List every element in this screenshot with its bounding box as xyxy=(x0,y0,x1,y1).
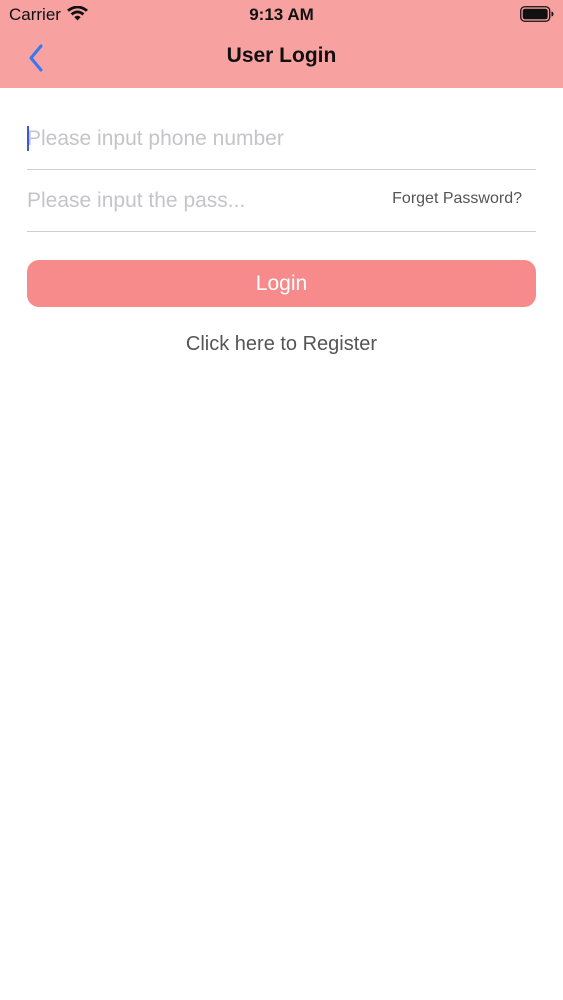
login-screen: Carrier 9:13 AM User Login Please input … xyxy=(0,0,563,1000)
password-input[interactable] xyxy=(27,171,357,231)
password-field: Forget Password? xyxy=(27,171,536,232)
page-title: User Login xyxy=(226,44,337,67)
login-button[interactable]: Login xyxy=(27,260,536,307)
text-caret xyxy=(27,126,29,151)
nav-bar: User Login xyxy=(0,30,563,86)
phone-field xyxy=(27,108,536,170)
register-link[interactable]: Click here to Register xyxy=(0,333,563,356)
header: Carrier 9:13 AM User Login xyxy=(0,0,563,88)
status-bar: Carrier 9:13 AM xyxy=(0,0,563,30)
clock-time: 9:13 AM xyxy=(249,5,314,24)
forget-password-link[interactable]: Forget Password? xyxy=(392,190,522,208)
battery-icon xyxy=(520,6,554,22)
phone-input[interactable] xyxy=(27,108,536,169)
